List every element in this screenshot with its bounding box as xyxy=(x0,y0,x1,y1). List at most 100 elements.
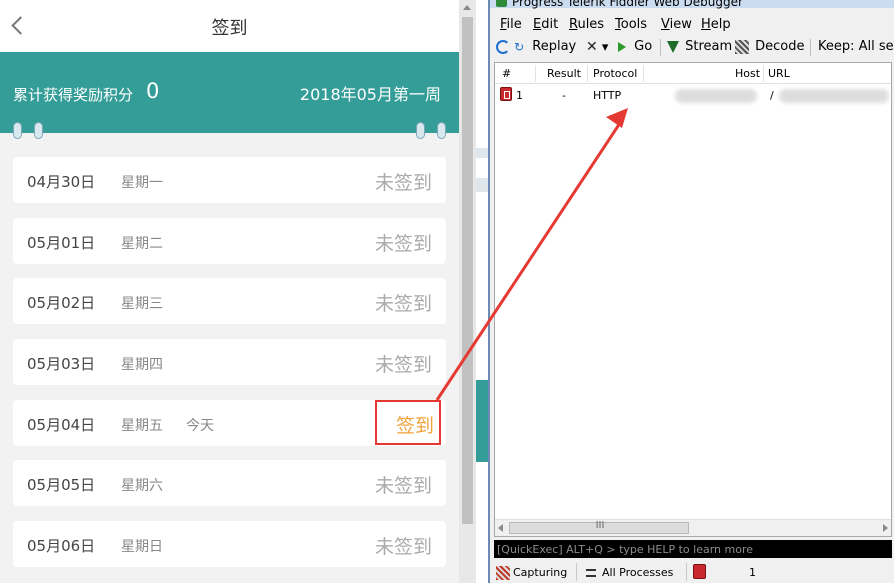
screenshot: 签到 累计获得奖励积分 0 2018年05月第一周 04月30日 星期一 未签到… xyxy=(0,0,894,583)
day-date: 05月01日 xyxy=(27,234,96,252)
binder-ring-icon xyxy=(437,122,446,139)
day-weekday: 星期四 xyxy=(121,357,163,373)
session-result: - xyxy=(562,89,566,102)
signin-status: 未签到 xyxy=(374,475,432,497)
today-label: 今天 xyxy=(186,418,214,434)
session-row[interactable]: 1 - HTTP / xyxy=(495,86,891,104)
annotation-highlight-box xyxy=(375,400,441,445)
day-row: 05月05日 星期六 未签到 xyxy=(13,460,446,506)
stream-icon xyxy=(667,40,679,53)
menu-file[interactable]: File xyxy=(500,17,522,32)
stream-label: Stream xyxy=(685,39,733,54)
day-row: 05月02日 星期三 未签到 xyxy=(13,278,446,324)
menu-bar: File Edit Rules Tools View Help xyxy=(490,15,894,35)
background-window-fragment xyxy=(476,148,488,158)
day-weekday: 星期二 xyxy=(121,236,163,252)
day-row: 05月06日 星期日 未签到 xyxy=(13,521,446,567)
session-icon xyxy=(693,564,706,579)
toolbar-separator xyxy=(660,39,661,56)
horizontal-scrollbar[interactable]: III xyxy=(495,519,891,536)
app-header: 签到 xyxy=(0,0,459,52)
menu-rules[interactable]: Rules xyxy=(569,17,604,32)
mobile-app: 签到 累计获得奖励积分 0 2018年05月第一周 04月30日 星期一 未签到… xyxy=(0,0,459,583)
scrollbar-thumb[interactable]: III xyxy=(509,520,689,534)
day-weekday: 星期三 xyxy=(121,296,163,312)
points-banner: 累计获得奖励积分 0 2018年05月第一周 xyxy=(0,52,459,139)
points-value: 0 xyxy=(146,79,160,103)
session-protocol: HTTP xyxy=(593,89,622,102)
binder-ring-icon xyxy=(34,122,43,139)
column-headers: # Result Protocol Host URL xyxy=(495,63,891,84)
scrollbar-grip: III xyxy=(595,520,605,531)
session-url: / xyxy=(770,89,774,102)
decode-button[interactable]: Decode xyxy=(735,39,805,54)
scroll-left-icon[interactable] xyxy=(498,524,503,532)
quickexec-input[interactable]: [QuickExec] ALT+Q > type HELP to learn m… xyxy=(494,540,892,558)
stream-button[interactable]: Stream xyxy=(667,39,732,54)
dropdown-caret-icon: ▾ xyxy=(601,40,609,55)
capturing-label: Capturing xyxy=(513,566,568,579)
fiddler-window: Progress Telerik Fiddler Web Debugger Fi… xyxy=(488,0,894,583)
column-header-result[interactable]: Result xyxy=(547,67,581,80)
day-weekday: 星期五 xyxy=(121,418,163,434)
sessions-list: # Result Protocol Host URL 1 - HTTP / II… xyxy=(494,62,892,537)
toolbar-separator xyxy=(810,39,811,56)
window-title: Progress Telerik Fiddler Web Debugger xyxy=(512,0,743,9)
decode-label: Decode xyxy=(755,39,805,54)
redacted-url xyxy=(779,89,889,103)
keep-sessions-dropdown[interactable]: Keep: All sess xyxy=(818,39,894,54)
column-divider[interactable] xyxy=(763,65,764,82)
day-date: 05月02日 xyxy=(27,294,96,312)
column-header-protocol[interactable]: Protocol xyxy=(593,67,637,80)
session-number: 1 xyxy=(516,89,523,102)
remove-button[interactable]: ✕ ▾ xyxy=(586,39,608,55)
capturing-toggle[interactable]: Capturing xyxy=(496,566,567,580)
binder-ring-icon xyxy=(416,122,425,139)
column-divider[interactable] xyxy=(535,65,536,82)
comment-icon xyxy=(496,39,510,54)
session-type-icon xyxy=(500,87,512,101)
column-header-number[interactable]: # xyxy=(502,67,511,80)
filter-icon xyxy=(586,569,596,577)
points-label: 累计获得奖励积分 xyxy=(13,86,134,104)
capturing-icon xyxy=(496,566,510,580)
process-filter[interactable]: All Processes xyxy=(586,566,673,579)
binder-ring-icon xyxy=(13,122,22,139)
scroll-right-icon[interactable] xyxy=(883,524,888,532)
replay-button[interactable]: ↻ Replay xyxy=(496,39,576,54)
day-date: 05月05日 xyxy=(27,476,96,494)
process-filter-label: All Processes xyxy=(602,566,674,579)
column-divider[interactable] xyxy=(587,65,588,82)
day-row: 05月01日 星期二 未签到 xyxy=(13,218,446,264)
go-label: Go xyxy=(634,39,653,54)
day-date: 05月06日 xyxy=(27,537,96,555)
day-date: 05月04日 xyxy=(27,416,96,434)
fiddler-logo-icon xyxy=(496,0,507,7)
status-divider xyxy=(576,563,577,581)
day-row: 04月30日 星期一 未签到 xyxy=(13,157,446,203)
day-date: 05月03日 xyxy=(27,355,96,373)
scroll-up-icon[interactable] xyxy=(463,5,471,10)
menu-help[interactable]: Help xyxy=(701,17,731,32)
status-divider xyxy=(686,563,687,581)
play-icon xyxy=(618,41,626,52)
page-title: 签到 xyxy=(211,18,248,39)
menu-tools[interactable]: Tools xyxy=(615,17,647,32)
week-label: 2018年05月第一周 xyxy=(299,85,441,104)
signin-status: 未签到 xyxy=(374,293,432,315)
signin-status: 未签到 xyxy=(374,233,432,255)
go-button[interactable]: Go xyxy=(618,39,652,54)
day-row: 05月03日 星期四 未签到 xyxy=(13,339,446,385)
day-date: 04月30日 xyxy=(27,173,96,191)
menu-view[interactable]: View xyxy=(661,17,692,32)
column-header-host[interactable]: Host xyxy=(735,67,760,80)
remove-icon: ✕ xyxy=(586,39,598,55)
menu-edit[interactable]: Edit xyxy=(533,17,558,32)
scrollbar-thumb[interactable] xyxy=(462,17,473,524)
column-header-url[interactable]: URL xyxy=(768,67,790,80)
status-bar: Capturing All Processes 1 xyxy=(490,561,894,583)
redacted-host xyxy=(675,89,757,103)
signin-status: 未签到 xyxy=(374,172,432,194)
day-weekday: 星期一 xyxy=(121,175,163,191)
column-divider[interactable] xyxy=(643,65,644,82)
